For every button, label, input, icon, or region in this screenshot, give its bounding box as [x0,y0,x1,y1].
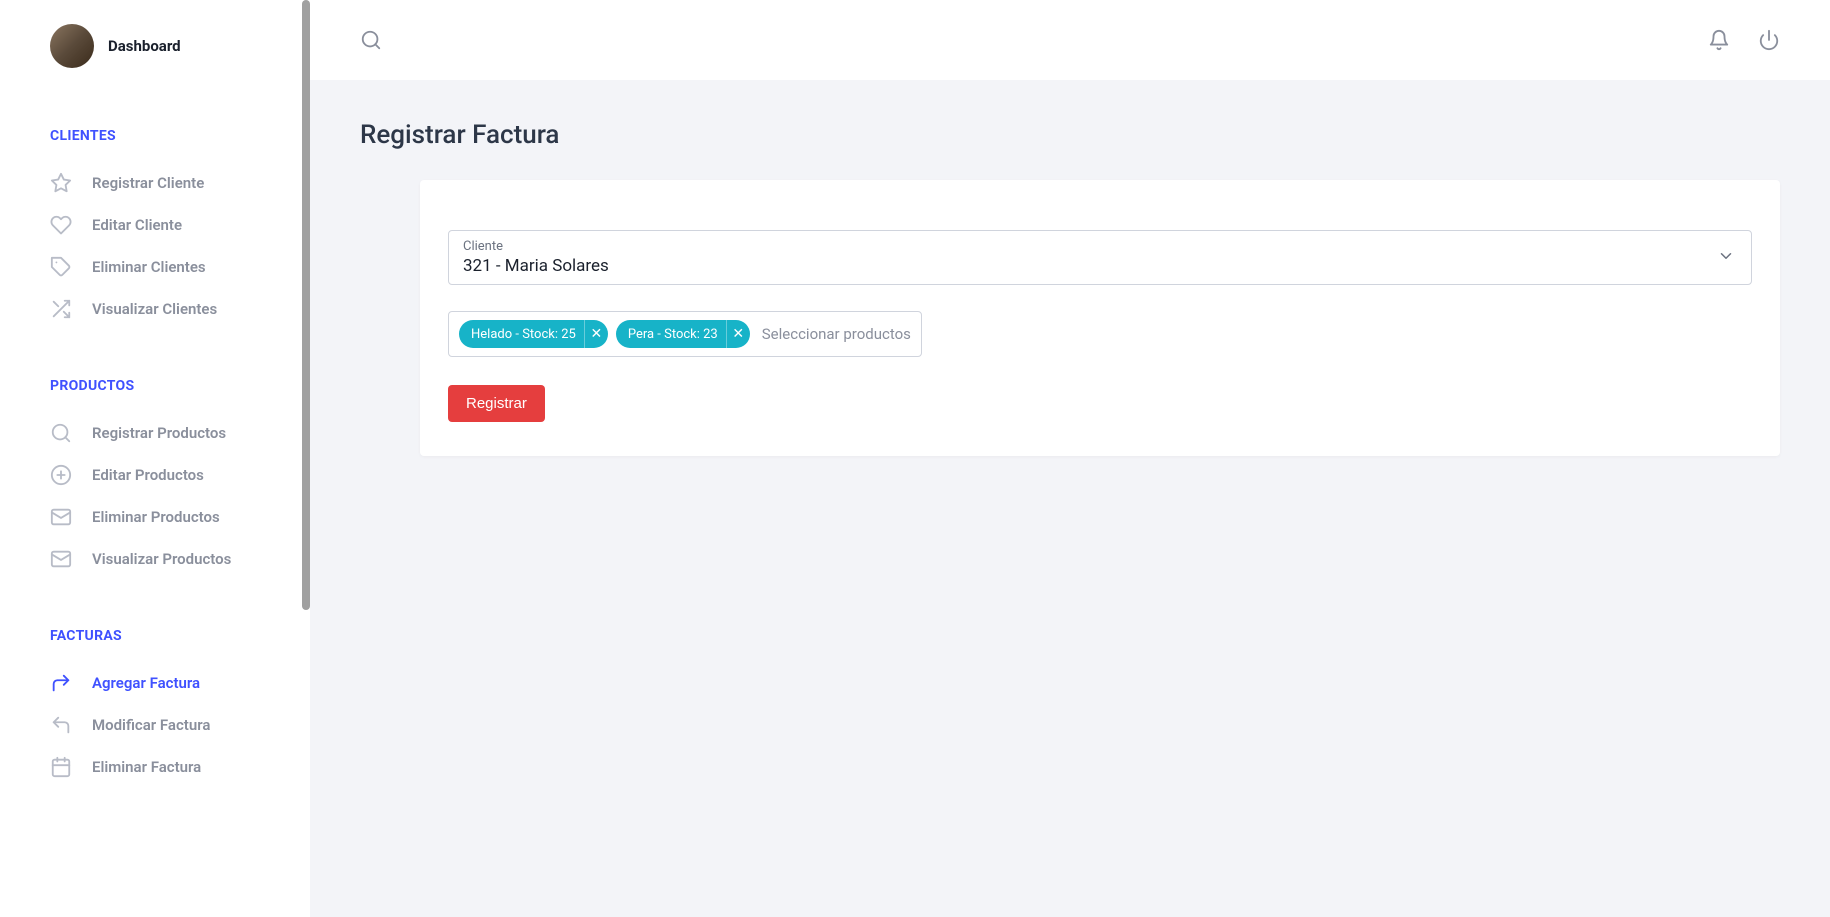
page-title: Registrar Factura [360,120,1780,150]
chevron-down-icon [1717,247,1735,269]
nav-item[interactable]: Eliminar Productos [50,496,278,538]
nav-item[interactable]: Agregar Factura [50,662,278,704]
scrollbar-thumb[interactable] [302,0,310,610]
nav-item[interactable]: Visualizar Productos [50,538,278,580]
register-button[interactable]: Registrar [448,385,545,422]
content: Registrar Factura Cliente 321 - Maria So… [310,80,1830,917]
nav-item[interactable]: Registrar Productos [50,412,278,454]
main-area: Registrar Factura Cliente 321 - Maria So… [310,0,1830,917]
dashboard-label: Dashboard [108,37,181,55]
nav-item[interactable]: Modificar Factura [50,704,278,746]
chip-label: Pera - Stock: 23 [616,327,726,342]
nav-item[interactable]: Eliminar Factura [50,746,278,788]
product-chip: Helado - Stock: 25✕ [459,320,608,348]
nav-item-label: Eliminar Factura [92,758,201,776]
sidebar: Dashboard CLIENTES Registrar Cliente Edita… [0,0,310,917]
client-select-value: 321 - Maria Solares [463,256,1737,276]
shuffle-icon [50,298,72,320]
form-card: Cliente 321 - Maria Solares Helado - Sto… [420,180,1780,456]
nav-item[interactable]: Visualizar Clientes [50,288,278,330]
heart-icon [50,214,72,236]
scrollbar-track[interactable] [302,0,310,917]
mail-icon [50,548,72,570]
products-multiselect[interactable]: Helado - Stock: 25✕Pera - Stock: 23✕ Sel… [448,311,922,357]
nav-item[interactable]: Eliminar Clientes [50,246,278,288]
tag-icon [50,256,72,278]
star-icon [50,172,72,194]
chip-close-icon[interactable]: ✕ [726,320,750,348]
sidebar-section: CLIENTES Registrar Cliente Editar Cliente E… [50,128,278,330]
undo-icon [50,714,72,736]
sidebar-section: PRODUCTOS Registrar Productos Editar Produ… [50,378,278,580]
mail-icon [50,506,72,528]
nav-item[interactable]: Editar Cliente [50,204,278,246]
client-select-label: Cliente [463,239,1737,254]
plus-circle-icon [50,464,72,486]
topbar [310,0,1830,80]
section-header: CLIENTES [50,128,278,144]
bell-icon[interactable] [1708,29,1730,51]
sidebar-header[interactable]: Dashboard [50,24,278,68]
nav-item-label: Visualizar Clientes [92,300,217,318]
nav-item-label: Visualizar Productos [92,550,231,568]
nav-item-label: Eliminar Productos [92,508,220,526]
search-icon [50,422,72,444]
products-placeholder: Seleccionar productos [762,325,911,343]
nav-item-label: Editar Productos [92,466,204,484]
redo-icon [50,672,72,694]
section-header: FACTURAS [50,628,278,644]
nav-item-label: Registrar Productos [92,424,226,442]
section-header: PRODUCTOS [50,378,278,394]
chip-close-icon[interactable]: ✕ [584,320,608,348]
product-chip: Pera - Stock: 23✕ [616,320,750,348]
nav-item-label: Modificar Factura [92,716,210,734]
nav-item[interactable]: Registrar Cliente [50,162,278,204]
client-select[interactable]: Cliente 321 - Maria Solares [448,230,1752,285]
calendar-icon [50,756,72,778]
sidebar-section: FACTURAS Agregar Factura Modificar Factura… [50,628,278,788]
chip-label: Helado - Stock: 25 [459,327,584,342]
power-icon[interactable] [1758,29,1780,51]
nav-item-label: Registrar Cliente [92,174,204,192]
nav-item-label: Editar Cliente [92,216,182,234]
nav-item[interactable]: Editar Productos [50,454,278,496]
nav-item-label: Agregar Factura [92,674,200,692]
search-icon[interactable] [360,29,382,51]
avatar [50,24,94,68]
nav-item-label: Eliminar Clientes [92,258,206,276]
